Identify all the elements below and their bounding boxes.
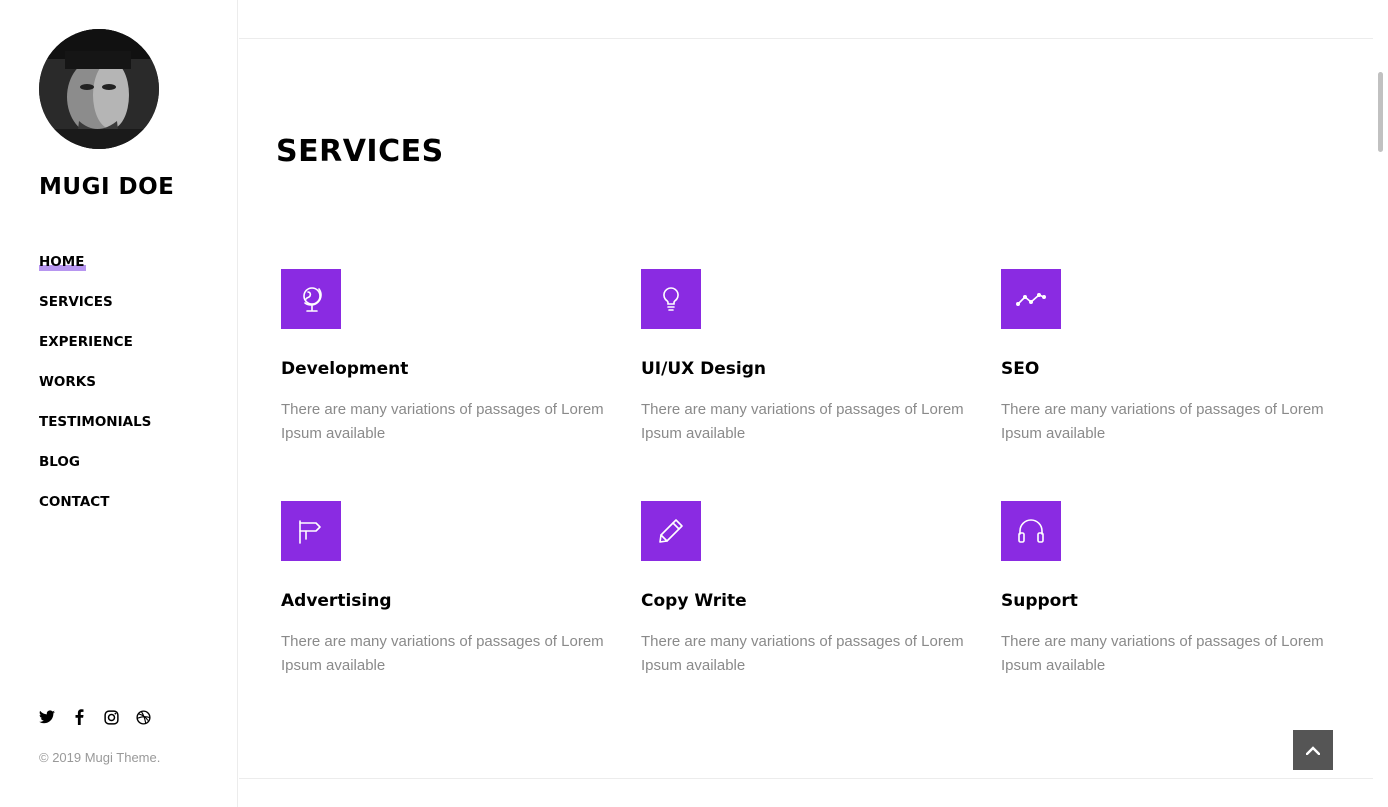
headphones-icon bbox=[1018, 519, 1044, 543]
back-to-top-button[interactable] bbox=[1293, 730, 1333, 770]
nav-item-testimonials[interactable]: TESTIMONIALS bbox=[39, 412, 151, 432]
section-title: SERVICES bbox=[276, 134, 444, 169]
chevron-up-icon bbox=[1306, 746, 1320, 755]
service-title: Support bbox=[1001, 591, 1078, 611]
service-card-support: Support There are many variations of pas… bbox=[1001, 501, 1341, 678]
service-title: Development bbox=[281, 359, 409, 379]
service-icon-box bbox=[641, 501, 701, 561]
pencil-icon bbox=[659, 519, 683, 543]
service-description: There are many variations of passages of… bbox=[641, 401, 964, 442]
service-description: There are many variations of passages of… bbox=[1001, 633, 1324, 674]
service-icon-box bbox=[641, 269, 701, 329]
nav-item-contact[interactable]: CONTACT bbox=[39, 492, 109, 512]
signpost-icon bbox=[299, 520, 321, 544]
nav-item-services[interactable]: SERVICES bbox=[39, 292, 113, 312]
twitter-icon[interactable] bbox=[39, 708, 55, 726]
trend-line-icon bbox=[1016, 293, 1046, 306]
service-description: There are many variations of passages of… bbox=[641, 633, 964, 674]
lightbulb-icon bbox=[663, 287, 679, 311]
service-title: UI/UX Design bbox=[641, 359, 767, 379]
service-icon-box bbox=[1001, 269, 1061, 329]
service-title: SEO bbox=[1001, 359, 1040, 379]
globe-icon bbox=[303, 287, 322, 312]
service-card-development: Development There are many variations of… bbox=[281, 269, 621, 446]
service-description: There are many variations of passages of… bbox=[281, 633, 604, 674]
bottom-divider bbox=[239, 778, 1373, 779]
nav-item-experience[interactable]: EXPERIENCE bbox=[39, 332, 133, 352]
copyright: © 2019 Mugi Theme. bbox=[39, 750, 161, 765]
service-card-advertising: Advertising There are many variations of… bbox=[281, 501, 621, 678]
social-links bbox=[39, 708, 151, 726]
service-icon-box bbox=[281, 501, 341, 561]
scrollbar-thumb[interactable] bbox=[1378, 72, 1383, 152]
service-card-uiux-design: UI/UX Design There are many variations o… bbox=[641, 269, 981, 446]
scrollbar[interactable] bbox=[1373, 0, 1388, 807]
instagram-icon[interactable] bbox=[103, 708, 119, 726]
nav-item-works[interactable]: WORKS bbox=[39, 372, 96, 392]
service-icon-box bbox=[281, 269, 341, 329]
service-card-seo: SEO There are many variations of passage… bbox=[1001, 269, 1341, 446]
service-card-copy-write: Copy Write There are many variations of … bbox=[641, 501, 981, 678]
site-name[interactable]: MUGI DOE bbox=[39, 174, 174, 200]
service-icon-box bbox=[1001, 501, 1061, 561]
service-description: There are many variations of passages of… bbox=[1001, 401, 1324, 442]
facebook-icon[interactable] bbox=[71, 708, 87, 726]
top-divider bbox=[239, 38, 1373, 39]
service-title: Advertising bbox=[281, 591, 392, 611]
sidebar: MUGI DOE HOME SERVICES EXPERIENCE WORKS … bbox=[0, 0, 238, 807]
avatar bbox=[39, 29, 159, 149]
nav-item-blog[interactable]: BLOG bbox=[39, 452, 80, 472]
dribbble-icon[interactable] bbox=[135, 708, 151, 726]
service-description: There are many variations of passages of… bbox=[281, 401, 604, 442]
service-title: Copy Write bbox=[641, 591, 747, 611]
profile-photo bbox=[39, 29, 159, 149]
main-nav: HOME SERVICES EXPERIENCE WORKS TESTIMONI… bbox=[39, 252, 151, 532]
nav-item-home[interactable]: HOME bbox=[39, 252, 87, 272]
